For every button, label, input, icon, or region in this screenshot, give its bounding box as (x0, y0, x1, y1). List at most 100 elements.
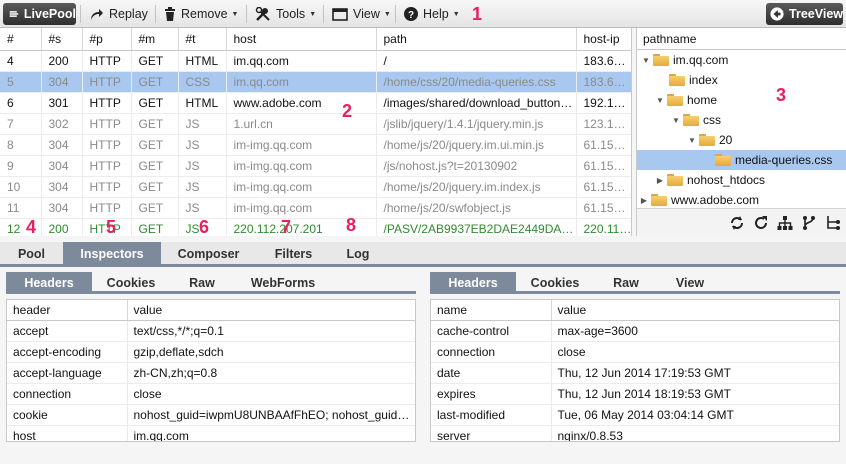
collapsed-triangle-icon[interactable]: ▶ (639, 196, 649, 205)
col-type-header[interactable]: #t (178, 28, 227, 51)
response-tab-raw[interactable]: Raw (594, 272, 658, 294)
session-row[interactable]: 6 301 HTTP GET HTML www.adobe.com/images/shar… (0, 92, 631, 114)
request-tab-webforms[interactable]: WebForms (234, 272, 332, 294)
header-value: nohost_guid=iwpmU8UNBAAfFhEO; nohost_gui… (127, 404, 415, 426)
request-col-value[interactable]: value (127, 300, 415, 321)
expanded-triangle-icon[interactable]: ▼ (687, 136, 697, 145)
response-col-name[interactable]: name (431, 300, 552, 321)
response-tab-cookies[interactable]: Cookies (516, 272, 594, 294)
col-status-header[interactable]: #s (41, 28, 83, 51)
collapsed-triangle-icon[interactable]: ▶ (655, 176, 665, 185)
callout-8: 8 (346, 215, 357, 235)
tree-panel: pathname ▼ im.qq.com index ▼ home ▼ css … (636, 28, 846, 236)
response-header-row-item[interactable]: cache-control max-age=3600 (431, 320, 839, 342)
col-host-header[interactable]: host (226, 28, 377, 51)
expanded-triangle-icon[interactable]: ▼ (655, 96, 665, 105)
treeview-button[interactable]: TreeView (766, 3, 843, 25)
cell-type: JS (178, 197, 227, 219)
session-row[interactable]: 4200HTTPGETHTMLim.qq.com/183.62.125.43 (0, 50, 631, 72)
response-header-row-item[interactable]: server nginx/0.8.53 (431, 425, 839, 441)
tab-composer[interactable]: Composer (161, 242, 256, 267)
cell-path: / (376, 50, 577, 72)
response-header-row-item[interactable]: expires Thu, 12 Jun 2014 18:19:53 GMT (431, 383, 839, 405)
cell-status: 304 (41, 155, 83, 177)
request-header-row-item[interactable]: cookie nohost_guid=iwpmU8UNBAAfFhEO; noho… (7, 404, 415, 426)
col-method-header[interactable]: #m (131, 28, 179, 51)
session-row[interactable]: 8 304 HTTP GET JS im-img.qq.com/home/js/20/jq… (0, 134, 631, 156)
response-header-row-item[interactable]: connection close (431, 341, 839, 363)
response-header-row-item[interactable]: date Thu, 12 Jun 2014 17:19:53 GMT (431, 362, 839, 384)
session-row[interactable]: 9 304 HTTP GET JS im-img.qq.com/js/nohost.js?… (0, 155, 631, 177)
tree-node-label: media-queries.css (735, 153, 833, 167)
callout-2: 2 (342, 101, 353, 121)
session-row[interactable]: 11 304 HTTP GET JS im-img.qq.com/home/js/20/s… (0, 197, 631, 219)
tab-pool[interactable]: Pool (0, 242, 63, 267)
request-header-row-item[interactable]: accept text/css,*/*;q=0.1 (7, 320, 415, 342)
livepool-button[interactable]: LivePool (3, 3, 76, 25)
response-tab-view[interactable]: View (658, 272, 722, 294)
replay-button[interactable]: Replay (89, 3, 148, 25)
request-tab-raw[interactable]: Raw (170, 272, 234, 294)
session-row[interactable]: 12 200 HTTP GET JS 220.112.207.201/PASV/2AB99… (0, 218, 631, 236)
toolbar-divider (80, 5, 81, 23)
response-tab-headers[interactable]: Headers (430, 272, 516, 294)
branch-icon[interactable] (801, 215, 817, 231)
toolbar: LivePool Replay Remove ▼ Tools ▼ View ▼ … (0, 0, 846, 28)
help-button[interactable]: ? Help ▼ (404, 3, 460, 25)
expanded-triangle-icon[interactable]: ▼ (641, 56, 651, 65)
header-name: accept-encoding (7, 341, 128, 363)
request-header-row-item[interactable]: accept-encoding gzip,deflate,sdch (7, 341, 415, 363)
tree-node-nohost-htdocs[interactable]: ▶ nohost_htdocs (637, 170, 846, 190)
header-value: im.qq.com (127, 425, 415, 441)
callout-7: 7 (281, 217, 292, 237)
request-tab-cookies[interactable]: Cookies (92, 272, 170, 294)
header-value: close (551, 341, 839, 363)
tab-log[interactable]: Log (331, 242, 385, 267)
tab-inspectors[interactable]: Inspectors (63, 242, 161, 267)
cell-status: 304 (41, 197, 83, 219)
cell-protocol: HTTP (82, 134, 132, 156)
response-col-value[interactable]: value (551, 300, 839, 321)
tree-node-www-adobe-com[interactable]: ▶ www.adobe.com (637, 190, 846, 210)
sync-icon[interactable] (729, 215, 745, 231)
response-header-row-item[interactable]: last-modified Tue, 06 May 2014 03:04:14 G… (431, 404, 839, 426)
cell-status: 304 (41, 176, 83, 198)
col-path-header[interactable]: path (376, 28, 577, 51)
request-header-row-item[interactable]: connection close (7, 383, 415, 405)
expanded-triangle-icon[interactable]: ▼ (671, 116, 681, 125)
cell-id: 4 (0, 50, 42, 72)
tree-node-index[interactable]: index (637, 70, 846, 90)
tools-button[interactable]: Tools ▼ (255, 3, 316, 25)
view-button[interactable]: View ▼ (332, 3, 391, 25)
folder-icon (667, 174, 683, 186)
cell-host-ip: 61.155.220.104 (576, 176, 631, 198)
trash-icon (165, 7, 175, 21)
session-row[interactable]: 5 304 HTTP GET CSS im.qq.com/home/css/20/medi… (0, 71, 631, 93)
tree-structure-icon[interactable] (825, 215, 841, 231)
request-subtabs: Headers Cookies Raw WebForms (6, 272, 416, 294)
tree-node-media-queries-css[interactable]: media-queries.css (637, 150, 846, 170)
tree-node-20[interactable]: ▼ 20 (637, 130, 846, 150)
col-id-header[interactable]: # (0, 28, 42, 51)
session-row[interactable]: 10 304 HTTP GET JS im-img.qq.com/home/js/20/j… (0, 176, 631, 198)
tree-node-label: index (689, 73, 718, 87)
sitemap-icon[interactable] (777, 215, 793, 231)
cell-status: 200 (41, 218, 83, 236)
tree-node-im-qq-com[interactable]: ▼ im.qq.com (637, 50, 846, 70)
session-row[interactable]: 7 302 HTTP GET JS 1.url.cn/jslib/jquery/1.4.1… (0, 113, 631, 135)
col-protocol-header[interactable]: #p (82, 28, 132, 51)
cell-path: /jslib/jquery/1.4.1/jquery.min.js (376, 113, 577, 135)
tree-node-home[interactable]: ▼ home (637, 90, 846, 110)
tree-node-css[interactable]: ▼ css (637, 110, 846, 130)
refresh-icon[interactable] (753, 215, 769, 231)
cell-path: /images/shared/download_buttons/get_adob… (376, 92, 577, 114)
request-header-row-item[interactable]: accept-language zh-CN,zh;q=0.8 (7, 362, 415, 384)
request-header-row-item[interactable]: host im.qq.com (7, 425, 415, 441)
remove-button[interactable]: Remove ▼ (164, 3, 238, 25)
request-tab-headers[interactable]: Headers (6, 272, 92, 294)
chevron-down-icon: ▼ (309, 10, 317, 18)
tree-header[interactable]: pathname (637, 28, 846, 50)
tab-filters[interactable]: Filters (256, 242, 331, 267)
request-col-header[interactable]: header (7, 300, 128, 321)
col-hostip-header[interactable]: host-ip (576, 28, 631, 51)
